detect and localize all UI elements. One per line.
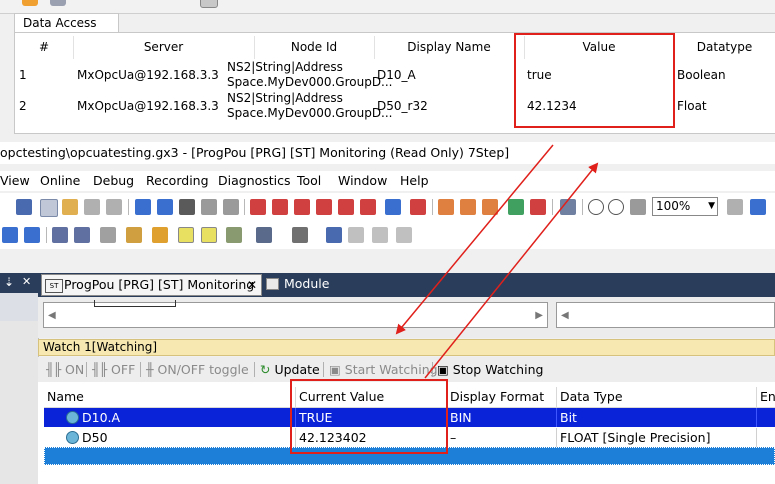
arrow-down-left bbox=[395, 144, 554, 335]
annotation-arrows bbox=[395, 144, 599, 379]
